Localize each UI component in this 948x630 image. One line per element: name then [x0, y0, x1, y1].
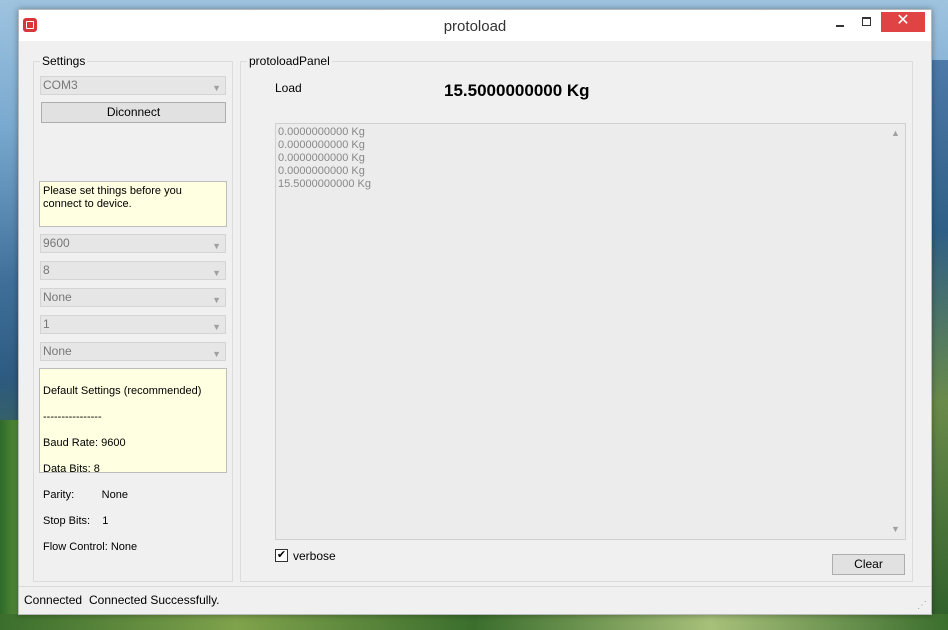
defaults-flow-control: Flow Control: None	[43, 541, 138, 553]
verbose-label[interactable]: verbose	[293, 549, 336, 563]
log-textarea[interactable]: 0.0000000000 Kg 0.0000000000 Kg 0.000000…	[275, 123, 906, 540]
default-settings-note: Default Settings (recommended) ---------…	[39, 368, 227, 553]
status-state: Connected	[24, 593, 83, 607]
defaults-baud: Baud Rate: 9600	[43, 437, 126, 449]
log-line: 0.0000000000 Kg	[278, 152, 365, 164]
panel-legend: protoloadPanel	[247, 54, 332, 68]
chevron-down-icon: ▼	[212, 268, 221, 278]
data-bits-select[interactable]: 8 ▼	[40, 261, 226, 280]
stop-bits-value: 1	[43, 317, 50, 331]
stop-bits-select[interactable]: 1 ▼	[40, 315, 226, 334]
chevron-down-icon: ▼	[212, 241, 221, 251]
settings-legend: Settings	[40, 54, 88, 68]
window-title: protoload	[443, 18, 507, 35]
parity-select[interactable]: None ▼	[40, 288, 226, 307]
close-button[interactable]: ✕	[881, 12, 925, 32]
chevron-down-icon: ▼	[212, 83, 221, 93]
settings-info-note: Please set things before you connect to …	[39, 181, 227, 227]
maximize-button[interactable]	[857, 13, 877, 33]
data-bits-value: 8	[43, 263, 50, 277]
defaults-stop-bits: Stop Bits: 1	[43, 515, 109, 527]
resize-grip-icon[interactable]: ⋰	[917, 600, 927, 611]
desktop-foliage-left	[0, 420, 20, 630]
port-select[interactable]: COM3 ▼	[40, 76, 226, 95]
log-scrollbar[interactable]: ▲ ▼	[888, 124, 905, 539]
status-message: Connected Successfully.	[89, 593, 220, 607]
disconnect-button[interactable]: Diconnect	[41, 102, 226, 123]
defaults-parity: Parity: None	[43, 489, 128, 501]
log-line: 0.0000000000 Kg	[278, 165, 365, 177]
log-line: 15.5000000000 Kg	[278, 178, 371, 190]
scroll-up-icon[interactable]: ▲	[891, 127, 900, 140]
flow-control-value: None	[43, 344, 72, 358]
chevron-down-icon: ▼	[212, 295, 221, 305]
port-select-value: COM3	[43, 78, 78, 92]
chevron-down-icon: ▼	[212, 349, 221, 359]
defaults-separator: ----------------	[43, 411, 102, 423]
flow-control-select[interactable]: None ▼	[40, 342, 226, 361]
load-label: Load	[275, 81, 302, 95]
defaults-data-bits: Data Bits: 8	[43, 463, 100, 475]
parity-value: None	[43, 290, 72, 304]
checkmark-icon: ✔	[276, 549, 287, 561]
scroll-down-icon[interactable]: ▼	[891, 523, 900, 536]
log-line: 0.0000000000 Kg	[278, 139, 365, 151]
clear-button[interactable]: Clear	[832, 554, 905, 575]
desktop-foliage-right	[930, 60, 948, 630]
status-bar: Connected Connected Successfully. ⋰	[19, 586, 931, 614]
chevron-down-icon: ▼	[212, 322, 221, 332]
desktop-foliage-bottom	[0, 614, 948, 630]
title-bar[interactable]: protoload ✕	[19, 10, 931, 41]
baud-rate-value: 9600	[43, 236, 70, 250]
app-window: protoload ✕ Settings COM3 ▼ Diconnect Pl…	[18, 9, 932, 615]
log-line: 0.0000000000 Kg	[278, 126, 365, 138]
close-icon: ✕	[896, 12, 910, 29]
load-value: 15.5000000000 Kg	[444, 81, 590, 100]
verbose-checkbox[interactable]: ✔	[275, 549, 288, 562]
defaults-heading: Default Settings (recommended)	[43, 385, 202, 397]
baud-rate-select[interactable]: 9600 ▼	[40, 234, 226, 253]
minimize-button[interactable]	[831, 13, 851, 33]
